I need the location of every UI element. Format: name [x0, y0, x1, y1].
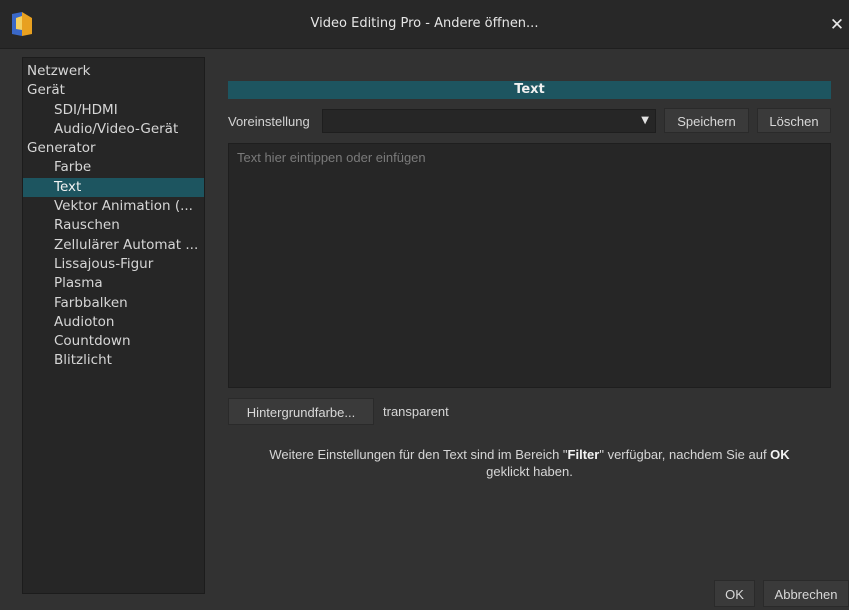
tree-item[interactable]: Gerät [23, 81, 204, 100]
info-text-part: " verfügbar, nachdem Sie auf [599, 447, 771, 462]
info-text-bold: OK [770, 447, 790, 462]
title-bar: Video Editing Pro - Andere öffnen... ✕ [0, 0, 849, 49]
tree-item[interactable]: Netzwerk [23, 62, 204, 81]
save-preset-button[interactable]: Speichern [664, 108, 749, 133]
window-title: Video Editing Pro - Andere öffnen... [310, 16, 539, 31]
close-icon[interactable]: ✕ [825, 12, 849, 38]
tree-item[interactable]: Farbbalken [23, 294, 204, 313]
tree-item[interactable]: Rauschen [23, 216, 204, 235]
background-color-value: transparent [383, 404, 449, 419]
tree-item[interactable]: Generator [23, 139, 204, 158]
tree-item[interactable]: Farbe [23, 158, 204, 177]
tree-item[interactable]: Blitzlicht [23, 351, 204, 370]
tree-item[interactable]: Plasma [23, 274, 204, 293]
background-color-button[interactable]: Hintergrundfarbe... [228, 398, 374, 425]
preset-dropdown[interactable]: ▼ [322, 109, 656, 133]
delete-preset-button[interactable]: Löschen [757, 108, 831, 133]
tree-item[interactable]: Audio/Video-Gerät [23, 120, 204, 139]
cancel-button[interactable]: Abbrechen [763, 580, 849, 607]
dropdown-arrow-icon: ▼ [641, 115, 649, 126]
source-tree: Netzwerk Gerät SDI/HDMI Audio/Video-Gerät Ge… [22, 57, 205, 594]
preset-label: Voreinstellung [228, 114, 310, 129]
tree-item[interactable]: Countdown [23, 332, 204, 351]
info-text-part: Weitere Einstellungen für den Text sind … [269, 447, 568, 462]
tree-item[interactable]: Text [23, 177, 204, 198]
tree-item[interactable]: Lissajous-Figur [23, 255, 204, 274]
tree-item[interactable]: Zellulärer Automat ... [23, 236, 204, 255]
tree-item[interactable]: SDI/HDMI [23, 101, 204, 120]
text-input[interactable] [228, 143, 831, 388]
info-text: Weitere Einstellungen für den Text sind … [228, 446, 831, 480]
ok-button[interactable]: OK [714, 580, 755, 607]
tree-item[interactable]: Vektor Animation (... [23, 197, 204, 216]
info-text-bold: Filter [567, 447, 600, 462]
info-text-part: geklickt haben. [486, 464, 573, 479]
tree-item[interactable]: Audioton [23, 313, 204, 332]
section-header: Text [228, 81, 831, 99]
